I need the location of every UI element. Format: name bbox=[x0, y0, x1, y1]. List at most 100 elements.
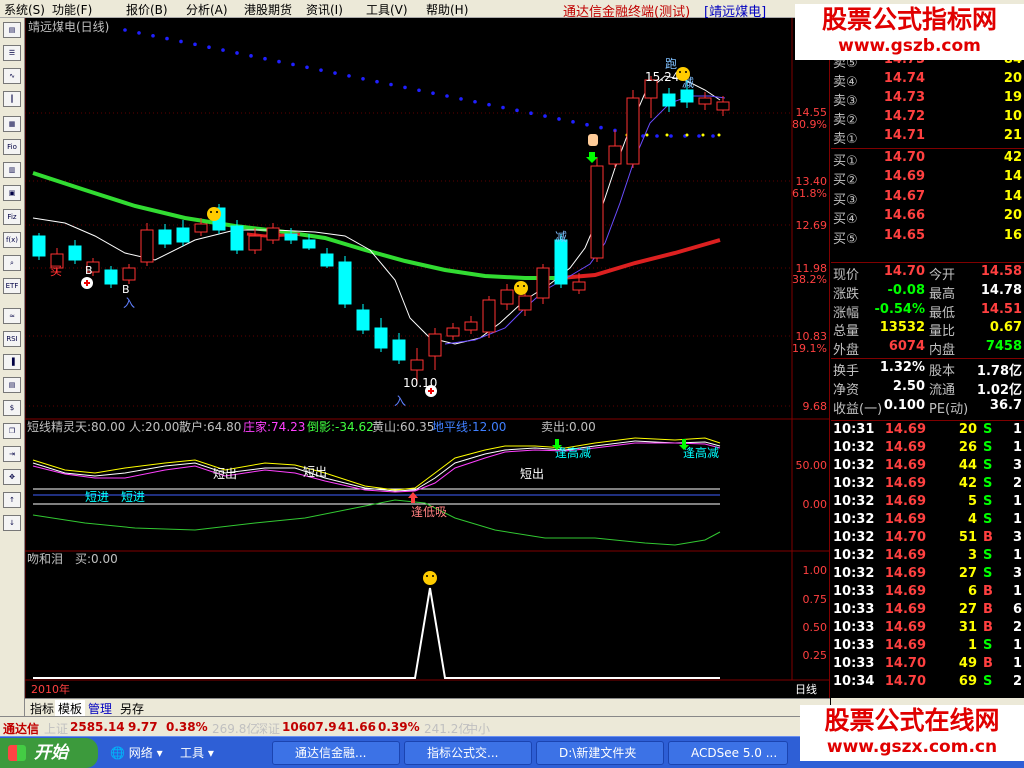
menu-help[interactable]: 帮助(H) bbox=[426, 1, 468, 18]
quote-panel: 卖⑤ 14.75 84 卖④ 14.74 20 卖③ 14.73 19 卖② 1… bbox=[831, 18, 1024, 698]
bid-price: 14.69 bbox=[883, 169, 925, 185]
candle-body bbox=[194, 223, 208, 233]
tick-row[interactable]: 10:34 14.70 69 S 2 bbox=[831, 674, 1024, 692]
bid-row[interactable]: 买③ 14.67 14 bbox=[831, 189, 1024, 208]
ind1-magenta-line bbox=[32, 442, 721, 493]
toolbar-exit-icon[interactable]: ⇥ bbox=[3, 446, 21, 462]
tick-row[interactable]: 10:33 14.69 6 B 1 bbox=[831, 584, 1024, 602]
tab-manage[interactable]: 管理 bbox=[85, 700, 115, 717]
menu-hk-futures[interactable]: 港股期货 bbox=[244, 1, 292, 18]
toolbar-bars-icon[interactable]: ▐ bbox=[3, 354, 21, 370]
bid-row[interactable]: 买⑤ 14.65 16 bbox=[831, 228, 1024, 247]
toolbar-grid-icon[interactable]: ▦ bbox=[3, 116, 21, 132]
ask-row[interactable]: 卖① 14.71 21 bbox=[831, 128, 1024, 147]
candle-body bbox=[140, 229, 154, 263]
tick-side: B bbox=[983, 530, 993, 545]
tick-time: 10:32 bbox=[833, 548, 875, 563]
task-acdsee[interactable]: ACDSee 5.0 ... bbox=[668, 741, 788, 765]
toolbar-quote-icon[interactable]: ▤ bbox=[3, 22, 21, 38]
tick-row[interactable]: 10:32 14.69 42 S 2 bbox=[831, 476, 1024, 494]
kline-chart-area[interactable]: 靖远煤电(日线) 14.55 80.9% 13.40 61.8% 12.69 1… bbox=[25, 18, 830, 698]
toolbar-arrow-down-icon[interactable]: ↓ bbox=[3, 515, 21, 531]
ask-volume: 20 bbox=[1003, 71, 1022, 86]
tick-row[interactable]: 10:32 14.69 5 S 1 bbox=[831, 494, 1024, 512]
tick-row[interactable]: 10:32 14.69 26 S 1 bbox=[831, 440, 1024, 458]
bid-row[interactable]: 买① 14.70 42 bbox=[831, 150, 1024, 169]
ask-row[interactable]: 卖③ 14.73 19 bbox=[831, 90, 1024, 109]
candle-body bbox=[428, 333, 442, 357]
menu-analysis[interactable]: 分析(A) bbox=[186, 1, 228, 18]
tick-row[interactable]: 10:31 14.69 20 S 1 bbox=[831, 422, 1024, 440]
toolbar-formula-icon[interactable]: f(x) bbox=[3, 232, 21, 248]
task-formula[interactable]: 指标公式交... bbox=[404, 741, 532, 765]
menu-system[interactable]: 系统(S) bbox=[4, 1, 45, 18]
tick-row[interactable]: 10:33 14.70 49 B 1 bbox=[831, 656, 1024, 674]
tick-row[interactable]: 10:32 14.69 3 S 1 bbox=[831, 548, 1024, 566]
toolbar-book-icon[interactable]: ▣ bbox=[3, 185, 21, 201]
period-label: 日线 bbox=[795, 682, 817, 696]
kline-chart-svg[interactable]: 靖远煤电(日线) 14.55 80.9% 13.40 61.8% 12.69 1… bbox=[25, 18, 830, 698]
menu-quote[interactable]: 报价(B) bbox=[126, 1, 168, 18]
stock-chart-label: 靖远煤电(日线) bbox=[28, 20, 109, 34]
menu-function[interactable]: 功能(F) bbox=[52, 1, 92, 18]
tick-row[interactable]: 10:32 14.70 51 B 3 bbox=[831, 530, 1024, 548]
toolbar-rsi-icon[interactable]: RSI bbox=[3, 331, 21, 347]
smiley-icon bbox=[676, 67, 690, 81]
tick-side: S bbox=[983, 566, 993, 581]
bid-label: 买② bbox=[833, 173, 858, 189]
quicklaunch-tools[interactable]: 工具 ▾ bbox=[180, 742, 214, 764]
status-size-mode[interactable]: 中小 bbox=[466, 720, 490, 737]
candle-body bbox=[266, 227, 280, 241]
tick-price: 14.69 bbox=[884, 602, 926, 617]
tick-row[interactable]: 10:33 14.69 27 B 6 bbox=[831, 602, 1024, 620]
toolbar-fiz-icon[interactable]: Fiz bbox=[3, 209, 21, 225]
toolbar-money-icon[interactable]: $ bbox=[3, 400, 21, 416]
toolbar-table-icon[interactable]: ▤ bbox=[3, 377, 21, 393]
tick-row[interactable]: 10:33 14.69 31 B 2 bbox=[831, 620, 1024, 638]
ask-row[interactable]: 卖④ 14.74 20 bbox=[831, 71, 1024, 90]
toolbar-fio-icon[interactable]: Fio bbox=[3, 139, 21, 155]
toolbar-move-icon[interactable]: ✥ bbox=[3, 469, 21, 485]
start-button[interactable]: 开始 bbox=[0, 738, 98, 768]
tick-volume: 51 bbox=[958, 530, 977, 545]
status-sh-percent: 0.38% bbox=[166, 720, 208, 734]
menu-tools[interactable]: 工具(V) bbox=[366, 1, 408, 18]
ind1-value-sky: 天:80.00 bbox=[75, 420, 125, 434]
ask-row[interactable]: 卖② 14.72 10 bbox=[831, 109, 1024, 128]
toolbar-search-icon[interactable]: ⌕ bbox=[3, 255, 21, 271]
menu-info[interactable]: 资讯(I) bbox=[306, 1, 343, 18]
status-sh-amount: 269.8亿 bbox=[212, 722, 259, 736]
toolbar-kline-icon[interactable]: ║ bbox=[3, 91, 21, 107]
toolbar-window-icon[interactable]: ❐ bbox=[3, 423, 21, 439]
ask-volume: 21 bbox=[1003, 128, 1022, 143]
quicklaunch-network[interactable]: 🌐 网络 ▾ bbox=[110, 742, 163, 764]
task-tdx[interactable]: 通达信金融... bbox=[272, 741, 400, 765]
candle-body bbox=[680, 89, 694, 103]
toolbar-wave-icon[interactable]: ≈ bbox=[3, 308, 21, 324]
tab-save-as[interactable]: 另存 bbox=[117, 700, 147, 717]
ind1-white-line bbox=[32, 440, 721, 492]
bid-volume: 20 bbox=[1003, 208, 1022, 224]
tick-price: 14.69 bbox=[884, 494, 926, 509]
bid-row[interactable]: 买④ 14.66 20 bbox=[831, 208, 1024, 227]
toolbar-arrow-up-icon[interactable]: ↑ bbox=[3, 492, 21, 508]
blue-dot bbox=[123, 28, 127, 32]
tab-template[interactable]: 模板 bbox=[55, 700, 86, 717]
stat-row: 总量 13532 量比 0.67 bbox=[831, 320, 1024, 339]
stat-value: 0.100 bbox=[883, 397, 925, 413]
tick-row[interactable]: 10:32 14.69 44 S 3 bbox=[831, 458, 1024, 476]
tick-volume: 5 bbox=[967, 494, 977, 509]
tab-indicator[interactable]: 指标 bbox=[27, 700, 57, 717]
task-folder[interactable]: D:\新建文件夹 bbox=[536, 741, 664, 765]
stat-value: -0.54% bbox=[874, 301, 926, 317]
bid-row[interactable]: 买② 14.69 14 bbox=[831, 169, 1024, 189]
toolbar-doc-icon[interactable]: ▥ bbox=[3, 162, 21, 178]
toolbar-etf-icon[interactable]: ETF bbox=[3, 278, 21, 294]
tick-row[interactable]: 10:32 14.69 27 S 3 bbox=[831, 566, 1024, 584]
candle-body bbox=[176, 227, 190, 243]
tick-row[interactable]: 10:33 14.69 1 S 1 bbox=[831, 638, 1024, 656]
toolbar-line-chart-icon[interactable]: ∿ bbox=[3, 68, 21, 84]
toolbar-list-icon[interactable]: ☰ bbox=[3, 45, 21, 61]
ind1-value-human: 人:20.00 bbox=[129, 420, 179, 434]
tick-row[interactable]: 10:32 14.69 4 S 1 bbox=[831, 512, 1024, 530]
